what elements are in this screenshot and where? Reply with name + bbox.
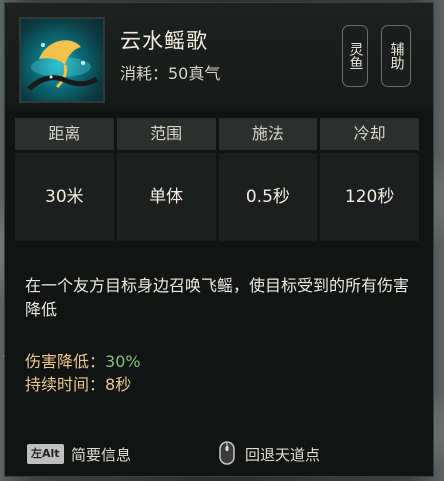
skill-icon [19, 17, 105, 103]
tag-lingyu-label: 灵鱼 [347, 42, 364, 70]
attribute-value: 8秒 [105, 375, 132, 394]
left-alt-key-badge: 左Alt [27, 444, 64, 464]
tag-fuzhu-label: 辅助 [388, 42, 405, 70]
skill-name: 云水鳐歌 [120, 29, 208, 53]
skill-description: 在一个友方目标身边召唤飞鳐，使目标受到的所有伤害降低 [25, 276, 410, 319]
tag-lingyu: 灵鱼 [342, 25, 368, 87]
attribute-value: 30% [105, 352, 141, 371]
stat-header-area: 范围 [116, 118, 216, 150]
stat-value-area: 单体 [116, 153, 216, 241]
attribute-duration: 持续时间：8秒 [25, 371, 131, 395]
attribute-label: 持续时间： [25, 375, 106, 394]
skill-stats-table: 距离 范围 施法 冷却 30米 单体 0.5秒 120秒 [15, 118, 419, 241]
stat-value-cast: 0.5秒 [218, 153, 318, 241]
mouse-icon [219, 441, 235, 465]
flying-ray-icon [27, 40, 99, 91]
skill-tooltip: 云水鳐歌 消耗：50真气 灵鱼 辅助 距离 范围 施法 冷却 30米 单体 0.… [4, 2, 434, 477]
skill-cost: 消耗：50真气 [120, 64, 221, 83]
stat-value-cooldown: 120秒 [320, 153, 419, 241]
stat-header-cast: 施法 [218, 118, 318, 150]
attribute-damage-reduction: 伤害降低：30% [25, 348, 141, 372]
stat-header-range: 距离 [15, 118, 114, 150]
attribute-label: 伤害降低： [25, 352, 106, 371]
return-tiandao-point-label[interactable]: 回退天道点 [245, 444, 320, 465]
stat-value-range: 30米 [15, 153, 114, 241]
tag-fuzhu: 辅助 [381, 25, 411, 87]
brief-info-label[interactable]: 简要信息 [71, 444, 131, 465]
stat-header-cooldown: 冷却 [320, 118, 419, 150]
